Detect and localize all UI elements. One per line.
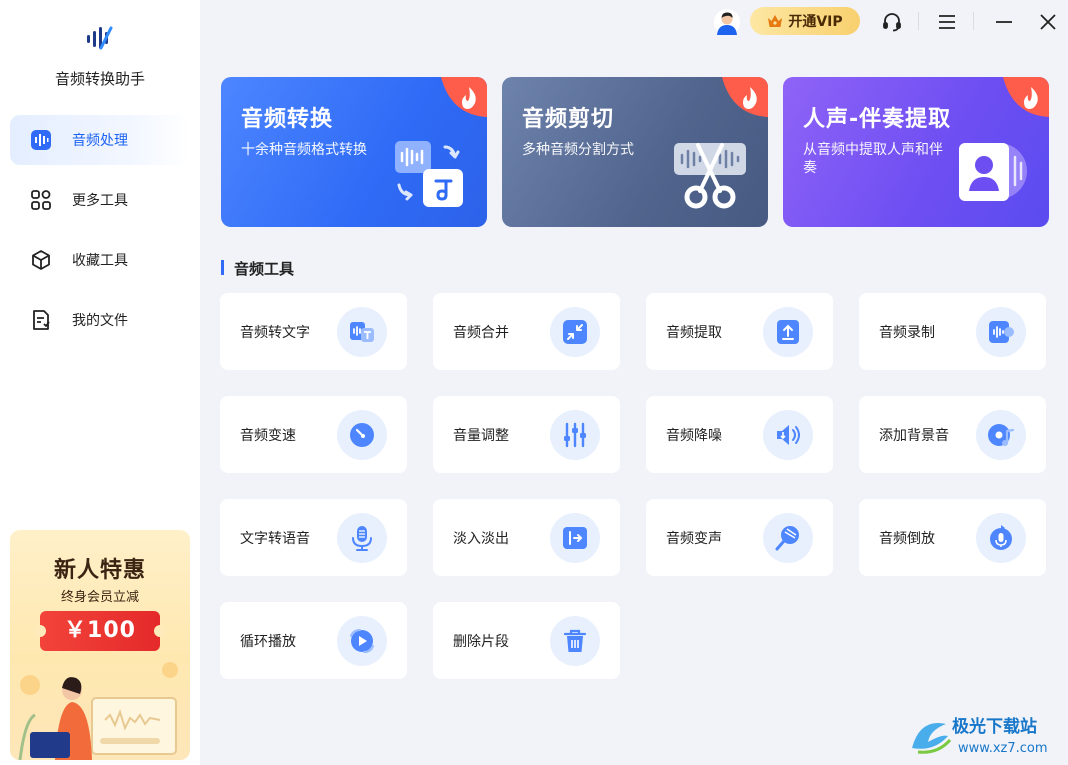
headset-icon: [883, 13, 901, 32]
tool-label: 音频降噪: [666, 427, 722, 444]
tool-label: 删除片段: [453, 633, 509, 650]
tool-add-background-music[interactable]: 添加背景音: [859, 396, 1046, 473]
vocal-extract-icon: [959, 143, 1027, 201]
sidebar-item-audio-processing[interactable]: 音频处理: [10, 115, 190, 165]
feature-card-audio-cut[interactable]: 音频剪切 多种音频分割方式: [502, 77, 768, 227]
minimize-icon: [996, 21, 1012, 23]
section-title: 音频工具: [234, 260, 295, 278]
promo-title: 新人特惠: [53, 558, 146, 583]
headset-button[interactable]: [878, 8, 906, 36]
hot-flame-icon: [722, 77, 768, 117]
promo-banner[interactable]: 新人特惠 终身会员立减 ￥100: [10, 530, 190, 760]
sidebar-item-label: 更多工具: [72, 193, 128, 209]
sidebar-item-label: 我的文件: [72, 313, 128, 329]
hot-flame-icon: [1003, 77, 1049, 117]
tool-label: 音频合并: [453, 324, 509, 341]
microphone-icon: [352, 525, 372, 551]
tool-label: 音频倒放: [879, 530, 935, 547]
feature-card-vocal-extract[interactable]: 人声-伴奏提取 从音频中提取人声和伴奏: [783, 77, 1049, 227]
tool-label: 文字转语音: [240, 530, 310, 547]
watermark-text: 极光下载站: [952, 716, 1037, 737]
close-button[interactable]: [1034, 8, 1062, 36]
volume-slider-icon: [564, 422, 586, 447]
tool-audio-denoise[interactable]: 音频降噪: [646, 396, 833, 473]
document-icon: [30, 309, 52, 331]
speed-icon: [350, 422, 374, 447]
tool-audio-reverse[interactable]: 音频倒放: [859, 499, 1046, 576]
merge-icon: [563, 319, 587, 344]
tool-volume-adjust[interactable]: 音量调整: [433, 396, 620, 473]
tool-label: 音频变速: [240, 427, 296, 444]
section-accent-bar: [221, 260, 224, 275]
tool-label: 音频录制: [879, 324, 935, 341]
tool-audio-speed[interactable]: 音频变速: [220, 396, 407, 473]
cube-icon: [30, 249, 52, 271]
extract-icon: [777, 319, 799, 344]
tool-loop-play[interactable]: 循环播放: [220, 602, 407, 679]
watermark-url: www.xz7.com: [958, 741, 1048, 756]
app-name: 音频转换助手: [54, 70, 145, 88]
site-watermark: 极光下载站 www.xz7.com: [912, 716, 1048, 756]
tool-audio-merge[interactable]: 音频合并: [433, 293, 620, 370]
feature-desc: 十余种音频格式转换: [241, 142, 367, 158]
loop-icon: [350, 628, 374, 653]
audio-to-text-icon: [350, 321, 374, 342]
sidebar: 音频转换助手 音频处理 更多工具 收藏工具 我的文件 新人特惠 终身会员立减 ￥…: [0, 0, 200, 765]
reverse-icon: [990, 524, 1012, 550]
background-music-icon: [988, 423, 1015, 446]
minimize-button[interactable]: [990, 8, 1018, 36]
scissors-icon: [674, 143, 746, 209]
tool-audio-to-text[interactable]: 音频转文字: [220, 293, 407, 370]
promo-subtitle: 终身会员立减: [60, 590, 139, 605]
audio-convert-icon: [395, 141, 463, 207]
feature-title: 音频转换: [241, 107, 334, 132]
vip-label: 开通VIP: [788, 14, 843, 30]
close-icon: [1040, 14, 1056, 30]
denoise-icon: [777, 424, 800, 445]
feature-desc: 多种音频分割方式: [522, 142, 634, 158]
toolbar-divider: [918, 12, 919, 30]
audio-wave-icon: [30, 129, 52, 151]
tool-audio-extract[interactable]: 音频提取: [646, 293, 833, 370]
app-logo-icon: [87, 26, 113, 50]
tool-voice-change[interactable]: 音频变声: [646, 499, 833, 576]
sidebar-item-my-files[interactable]: 我的文件: [10, 295, 190, 345]
voice-change-icon: [775, 525, 799, 550]
feature-title: 人声-伴奏提取: [803, 107, 952, 132]
vip-button[interactable]: 开通VIP: [750, 7, 860, 35]
grid-icon: [30, 189, 52, 211]
tool-label: 音频变声: [666, 530, 722, 547]
avatar[interactable]: [714, 9, 740, 35]
menu-icon: [939, 15, 955, 29]
trash-icon: [563, 629, 587, 652]
sidebar-item-more-tools[interactable]: 更多工具: [10, 175, 190, 225]
tool-label: 音频转文字: [240, 324, 310, 341]
tool-label: 添加背景音: [879, 427, 949, 444]
fade-icon: [563, 526, 587, 549]
promo-illustration-icon: [18, 662, 178, 760]
feature-card-audio-convert[interactable]: 音频转换 十余种音频格式转换: [221, 77, 487, 227]
tool-text-to-speech[interactable]: 文字转语音: [220, 499, 407, 576]
crown-icon: [768, 15, 783, 27]
feature-desc: 从音频中提取人声和伴奏: [803, 142, 943, 176]
tool-audio-record[interactable]: 音频录制: [859, 293, 1046, 370]
tool-label: 音量调整: [453, 427, 509, 444]
toolbar-divider: [973, 12, 974, 30]
hot-flame-icon: [441, 77, 487, 117]
feature-title: 音频剪切: [522, 107, 615, 132]
sidebar-item-favorite-tools[interactable]: 收藏工具: [10, 235, 190, 285]
sidebar-item-label: 音频处理: [72, 133, 128, 149]
tool-label: 循环播放: [240, 633, 296, 650]
record-icon: [989, 320, 1014, 343]
menu-button[interactable]: [933, 8, 961, 36]
tool-delete-segment[interactable]: 删除片段: [433, 602, 620, 679]
promo-coupon: ￥100: [34, 611, 166, 651]
tool-label: 音频提取: [666, 324, 722, 341]
sidebar-item-label: 收藏工具: [72, 253, 128, 269]
tool-fade-in-out[interactable]: 淡入淡出: [433, 499, 620, 576]
tool-label: 淡入淡出: [453, 530, 509, 547]
